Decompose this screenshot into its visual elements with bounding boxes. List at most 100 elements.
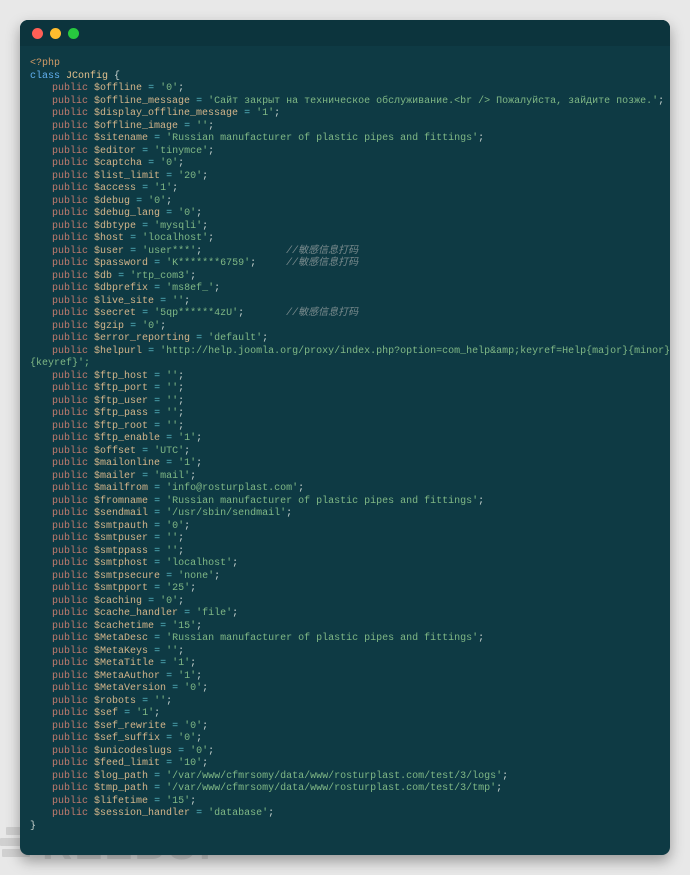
var-name: $error_reporting [94, 333, 190, 344]
semicolon: ; [208, 146, 214, 157]
public-keyword: public [52, 83, 88, 94]
public-keyword: public [52, 333, 88, 344]
string-value: 'Russian manufacturer of plastic pipes a… [166, 133, 478, 144]
string-value: '10' [178, 758, 202, 769]
var-name: $session_handler [94, 808, 190, 819]
semicolon: ; [166, 196, 172, 207]
semicolon: ; [286, 508, 292, 519]
code-line: public $ftp_enable = '1'; [20, 433, 670, 446]
semicolon: ; [202, 221, 208, 232]
semicolon: ; [214, 283, 220, 294]
semicolon: ; [172, 183, 178, 194]
var-name: $offline_image [94, 121, 178, 132]
code-line: public $offset = 'UTC'; [20, 446, 670, 459]
semicolon: ; [178, 83, 184, 94]
string-value: '0' [166, 521, 184, 532]
var-name: $secret [94, 308, 136, 319]
code-line: public $offline = '0'; [20, 83, 670, 96]
public-keyword: public [52, 396, 88, 407]
string-value: {keyref}'; [30, 358, 90, 369]
semicolon: ; [274, 108, 280, 119]
string-value: 'K*******6759' [166, 258, 250, 269]
var-name: $smtphost [94, 558, 148, 569]
public-keyword: public [52, 608, 88, 619]
code-line: public $display_offline_message = '1'; [20, 108, 670, 121]
public-keyword: public [52, 258, 88, 269]
public-keyword: public [52, 733, 88, 744]
string-value: '' [166, 396, 178, 407]
code-line: public $debug_lang = '0'; [20, 208, 670, 221]
code-line: public $smtpuser = ''; [20, 533, 670, 546]
code-line: public $password = 'K*******6759'; //敏感信… [20, 258, 670, 271]
var-name: $log_path [94, 771, 148, 782]
public-keyword: public [52, 346, 88, 357]
public-keyword: public [52, 158, 88, 169]
code-line: public $list_limit = '20'; [20, 171, 670, 184]
string-value: '0' [160, 596, 178, 607]
public-keyword: public [52, 583, 88, 594]
semicolon: ; [190, 796, 196, 807]
var-name: $unicodeslugs [94, 746, 172, 757]
code-line: public $tmp_path = '/var/www/cfmrsomy/da… [20, 783, 670, 796]
maximize-icon[interactable] [68, 28, 79, 39]
var-name: $smtpauth [94, 521, 148, 532]
string-value: '0' [160, 83, 178, 94]
code-line: public $sitename = 'Russian manufacturer… [20, 133, 670, 146]
public-keyword: public [52, 421, 88, 432]
var-name: $MetaKeys [94, 646, 148, 657]
code-line: public $gzip = '0'; [20, 321, 670, 334]
var-name: $cache_handler [94, 608, 178, 619]
semicolon: ; [166, 696, 172, 707]
semicolon: ; [298, 483, 304, 494]
close-icon[interactable] [32, 28, 43, 39]
var-name: $smtppass [94, 546, 148, 557]
string-value: 'rtp_com3' [130, 271, 190, 282]
var-name: $cachetime [94, 621, 154, 632]
code-line: public $live_site = ''; [20, 296, 670, 309]
var-name: $mailer [94, 471, 136, 482]
string-value: 'ms8ef_' [166, 283, 214, 294]
code-line: public $mailonline = '1'; [20, 458, 670, 471]
semicolon: ; [214, 571, 220, 582]
semicolon: ; [196, 433, 202, 444]
public-keyword: public [52, 471, 88, 482]
semicolon: ; [178, 421, 184, 432]
public-keyword: public [52, 508, 88, 519]
semicolon: ; [202, 171, 208, 182]
var-name: $offline_message [94, 96, 190, 107]
code-line: public $cachetime = '15'; [20, 621, 670, 634]
var-name: $mailfrom [94, 483, 148, 494]
semicolon: ; [154, 708, 160, 719]
code-line: public $MetaKeys = ''; [20, 646, 670, 659]
minimize-icon[interactable] [50, 28, 61, 39]
code-line: public $MetaDesc = 'Russian manufacturer… [20, 633, 670, 646]
semicolon: ; [190, 471, 196, 482]
string-value: '5qp******4zU' [154, 308, 238, 319]
public-keyword: public [52, 296, 88, 307]
string-value: 'default' [208, 333, 262, 344]
code-line: } [20, 821, 670, 834]
var-name: $debug [94, 196, 130, 207]
public-keyword: public [52, 746, 88, 757]
semicolon: ; [202, 683, 208, 694]
semicolon: ; [178, 408, 184, 419]
string-value: 'mail' [154, 471, 190, 482]
string-value: '' [166, 408, 178, 419]
var-name: $mailonline [94, 458, 160, 469]
code-line: public $unicodeslugs = '0'; [20, 746, 670, 759]
semicolon: ; [184, 446, 190, 457]
public-keyword: public [52, 558, 88, 569]
var-name: $feed_limit [94, 758, 160, 769]
code-line: public $ftp_pass = ''; [20, 408, 670, 421]
string-value: '1' [178, 458, 196, 469]
public-keyword: public [52, 233, 88, 244]
redaction-comment: //敏感信息打码 [286, 308, 358, 319]
semicolon: ; [202, 721, 208, 732]
public-keyword: public [52, 483, 88, 494]
public-keyword: public [52, 121, 88, 132]
public-keyword: public [52, 308, 88, 319]
semicolon: ; [202, 758, 208, 769]
code-line: public $captcha = '0'; [20, 158, 670, 171]
code-line: public $sef_suffix = '0'; [20, 733, 670, 746]
semicolon: ; [178, 596, 184, 607]
